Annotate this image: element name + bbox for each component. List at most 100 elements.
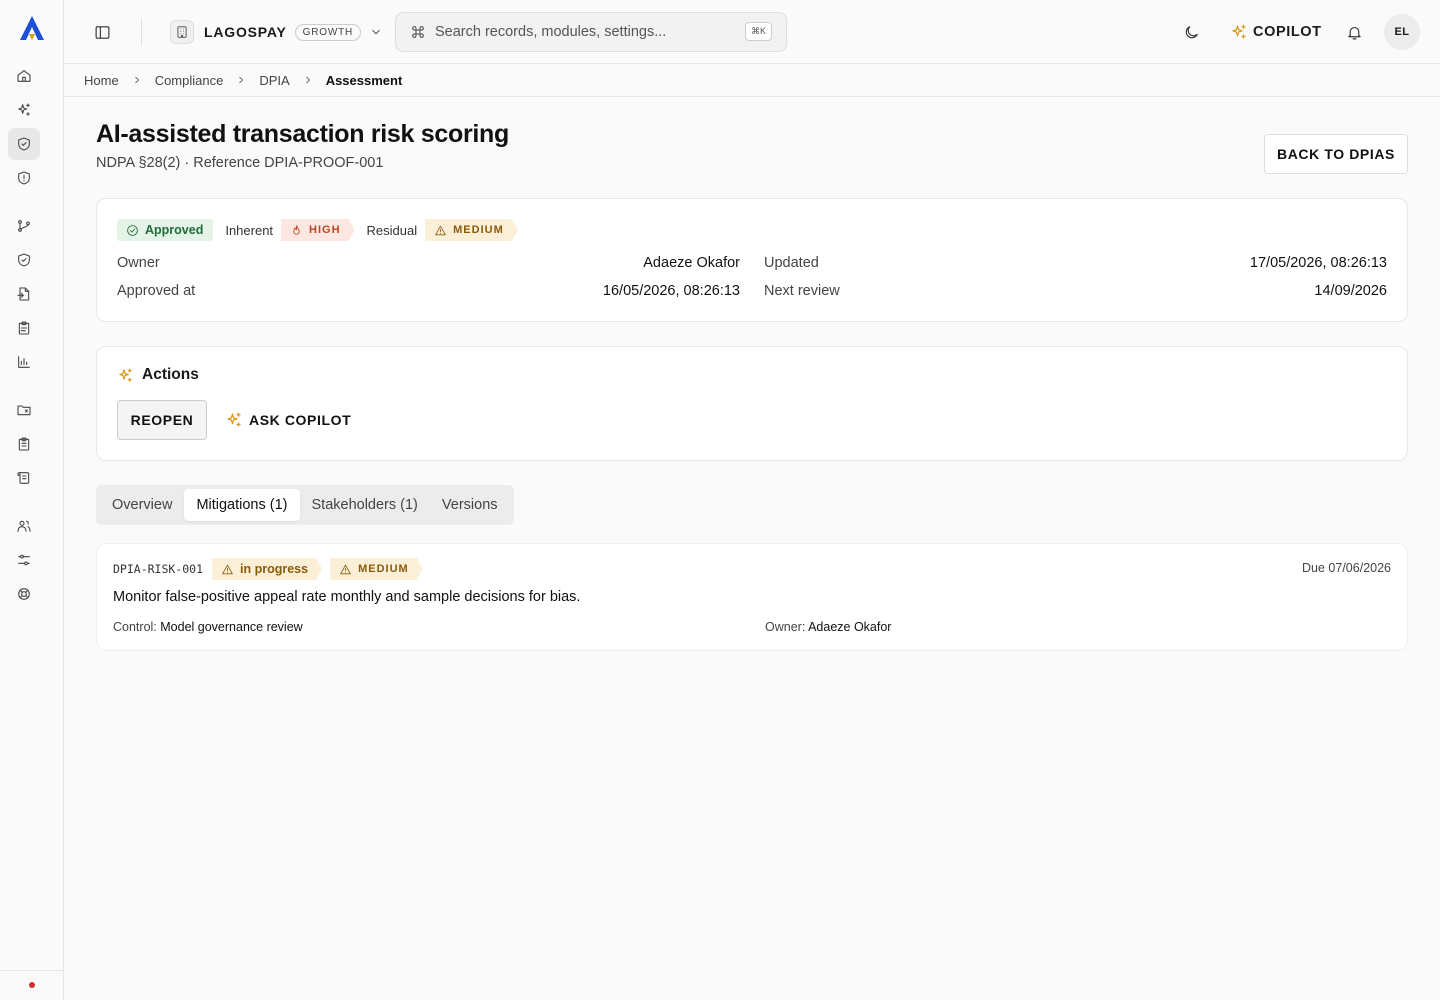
copilot-label: COPILOT — [1253, 24, 1322, 40]
users-icon — [17, 520, 31, 532]
building-icon — [170, 20, 194, 44]
theme-toggle-button[interactable] — [1179, 20, 1203, 44]
sidebar-rail — [0, 0, 64, 1000]
mitigation-control: Control: Model governance review — [113, 620, 303, 634]
divider — [141, 18, 142, 46]
search-shortcut-hint: ⌘K — [744, 22, 772, 41]
top-bar: LAGOSPAY GROWTH ⌘K COPILOT EL — [64, 0, 1440, 64]
tab-mitigations[interactable]: Mitigations (1) — [184, 489, 300, 521]
chevron-right-icon — [305, 76, 310, 84]
brand-logo[interactable] — [18, 14, 46, 42]
updated-value: 17/05/2026, 08:26:13 — [1249, 255, 1387, 271]
status-label: Approved — [145, 223, 204, 237]
mitigation-header: DPIA-RISK-001 in progress MEDIUM — [113, 558, 423, 580]
warning-triangle-icon — [339, 563, 352, 576]
nav-policies[interactable] — [8, 312, 40, 344]
mitigation-code: DPIA-RISK-001 — [113, 562, 204, 576]
nav-reports[interactable] — [8, 346, 40, 378]
sliders-icon — [18, 554, 30, 566]
chevron-down-icon — [372, 29, 380, 35]
residual-label: Residual — [366, 222, 418, 238]
back-to-dpias-button[interactable]: BACK TO DPIAS — [1264, 134, 1408, 174]
nav-compliance[interactable] — [8, 128, 40, 160]
tab-overview[interactable]: Overview — [100, 489, 184, 521]
inherent-label: Inherent — [225, 222, 274, 238]
breadcrumb-home[interactable]: Home — [84, 73, 119, 88]
page-subtitle: NDPA §28(2) · Reference DPIA-PROOF-001 — [96, 155, 384, 171]
nav-tasks[interactable] — [8, 428, 40, 460]
actions-card: Actions REOPEN ASK COPILOT — [96, 346, 1408, 461]
breadcrumb-current: Assessment — [325, 72, 403, 88]
global-search[interactable]: ⌘K — [395, 12, 787, 52]
breadcrumb: Home Compliance DPIA Assessment — [64, 64, 1440, 97]
control-label: Control: — [113, 620, 161, 634]
shield-check-icon — [18, 253, 30, 267]
nav-controls[interactable] — [8, 244, 40, 276]
sparkles-icon — [18, 103, 30, 116]
lifebuoy-icon — [18, 588, 30, 600]
ask-copilot-button[interactable]: ASK COPILOT — [225, 400, 351, 440]
nav-imports[interactable] — [8, 278, 40, 310]
org-switcher[interactable]: LAGOSPAY GROWTH — [170, 18, 383, 46]
sparkles-icon — [119, 368, 132, 382]
mitigation-owner: Owner: Adaeze Okafor — [765, 620, 891, 634]
ask-copilot-label: ASK COPILOT — [249, 412, 352, 428]
residual-risk-value: MEDIUM — [453, 224, 504, 236]
actions-header: Actions — [117, 366, 199, 384]
status-dot — [29, 982, 35, 988]
nav-users[interactable] — [8, 510, 40, 542]
breadcrumb-compliance[interactable]: Compliance — [155, 73, 224, 88]
approved-at-value: 16/05/2026, 08:26:13 — [602, 283, 740, 299]
sparkles-icon — [227, 412, 241, 427]
mitigation-status: in progress — [240, 562, 309, 576]
search-input[interactable] — [435, 24, 735, 40]
user-avatar[interactable]: EL — [1384, 14, 1420, 50]
tab-stakeholders[interactable]: Stakeholders (1) — [300, 489, 430, 521]
mitigation-item[interactable]: DPIA-RISK-001 in progress MEDIUM Due 07/… — [96, 543, 1408, 651]
bell-icon — [1347, 26, 1361, 39]
check-circle-icon — [127, 224, 138, 236]
next-review-label: Next review — [764, 283, 840, 299]
owner-value: Adaeze Okafor — [643, 255, 740, 271]
nav-settings[interactable] — [8, 544, 40, 576]
nav-data-flows[interactable] — [8, 210, 40, 242]
flame-icon — [290, 224, 303, 237]
nav-copilot[interactable] — [8, 94, 40, 126]
nav-records[interactable] — [8, 394, 40, 426]
assessment-tabs: Overview Mitigations (1) Stakeholders (1… — [96, 485, 514, 525]
mitigation-severity-badge: MEDIUM — [330, 558, 423, 580]
warning-triangle-icon — [221, 563, 234, 576]
org-name: LAGOSPAY — [204, 24, 287, 40]
breadcrumb-dpia[interactable]: DPIA — [259, 73, 289, 88]
scroll-icon — [17, 472, 30, 484]
warning-triangle-icon — [434, 224, 447, 237]
clipboard-icon — [18, 321, 30, 335]
status-badges: Approved Inherent HIGH Residual MEDIUM — [117, 219, 518, 241]
updated-label: Updated — [764, 255, 819, 271]
clipboard-list-icon — [18, 437, 30, 451]
tab-versions[interactable]: Versions — [430, 489, 510, 521]
page-title: AI-assisted transaction risk scoring — [96, 120, 509, 148]
mitigation-description: Monitor false-positive appeal rate month… — [113, 589, 581, 605]
reopen-button[interactable]: REOPEN — [117, 400, 207, 440]
owner-label: Owner — [117, 255, 160, 271]
sidebar-toggle-button[interactable] — [90, 20, 114, 44]
owner-label: Owner: — [765, 620, 809, 634]
nav-security[interactable] — [8, 162, 40, 194]
status-badge: Approved — [117, 219, 214, 241]
chevron-right-icon — [239, 76, 244, 84]
home-icon — [17, 70, 31, 82]
owner-value: Adaeze Okafor — [808, 620, 892, 634]
assessment-summary-card: Approved Inherent HIGH Residual MEDIUM O… — [96, 198, 1408, 322]
sparkles-icon — [1232, 24, 1246, 39]
panel-left-icon — [95, 25, 109, 39]
nav-audit-log[interactable] — [8, 462, 40, 494]
notifications-button[interactable] — [1342, 20, 1366, 44]
copilot-button[interactable]: COPILOT — [1230, 18, 1322, 46]
nav-help[interactable] — [8, 578, 40, 610]
mitigation-status-badge: in progress — [212, 558, 322, 580]
shield-icon — [18, 171, 30, 185]
nav-home[interactable] — [8, 60, 40, 92]
rail-footer-divider — [0, 970, 63, 971]
inherent-risk-badge: HIGH — [281, 219, 355, 241]
